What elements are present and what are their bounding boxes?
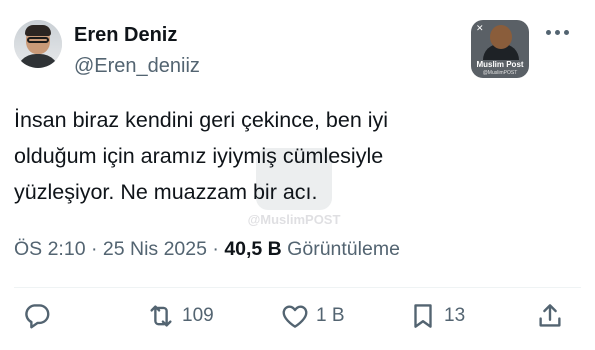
like-count: 1 B (316, 305, 345, 326)
tweet-text: İnsan biraz kendini geri çekince, ben iy… (14, 102, 534, 210)
x-logo-icon: ✕ (476, 23, 484, 33)
meta-separator: · (206, 238, 225, 260)
author-avatar[interactable] (14, 20, 62, 68)
views-count: 40,5 B (224, 238, 282, 260)
divider (14, 287, 581, 288)
reply-icon (25, 304, 50, 329)
badge-subtitle: @MuslimPOST (482, 70, 518, 76)
like-button[interactable]: 1 B (280, 300, 345, 332)
tweet-date[interactable]: 25 Nis 2025 (103, 238, 207, 260)
tweet-line-2: olduğum için aramız iyiymiş cümlesiyle (14, 144, 384, 168)
tweet-line-1: İnsan biraz kendini geri çekince, ben iy… (14, 108, 389, 132)
tweet-line-3: yüzleşiyor. Ne muazzam bir acı. (14, 180, 318, 204)
watermark-text: @MuslimPOST (247, 212, 341, 227)
share-icon (539, 304, 561, 327)
heart-icon (282, 305, 308, 328)
retweet-count: 109 (182, 305, 214, 326)
badge-title: Muslim Post (476, 60, 524, 69)
retweet-button[interactable]: 109 (146, 300, 214, 332)
bookmark-count: 13 (444, 305, 466, 326)
bookmark-button[interactable]: 13 (408, 300, 465, 332)
author-handle[interactable]: @Eren_deniiz (74, 55, 200, 78)
retweet-icon (150, 305, 172, 327)
share-button[interactable] (535, 300, 565, 332)
tweet-time[interactable]: ÖS 2:10 (14, 238, 86, 260)
reply-button[interactable] (22, 300, 58, 332)
views-label: Görüntüleme (281, 238, 400, 260)
bookmark-icon (414, 304, 432, 328)
meta-separator: · (85, 238, 103, 260)
tweet-meta: ÖS 2:10 · 25 Nis 2025 · 40,5 B Görüntüle… (14, 238, 400, 261)
muslim-post-badge-image: ✕ Muslim Post @MuslimPOST (471, 20, 529, 78)
more-horizontal-icon[interactable] (546, 28, 570, 38)
author-name[interactable]: Eren Deniz (74, 24, 177, 47)
